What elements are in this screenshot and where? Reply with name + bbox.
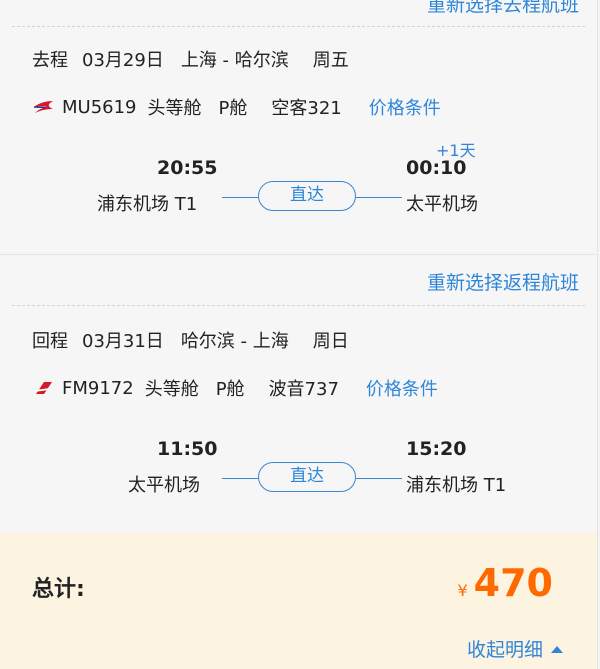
direct-flight-badge: 直达 (258, 462, 356, 492)
leg-label: 回程 (32, 331, 68, 352)
arrive-airport: 浦东机场 T1 (406, 475, 507, 496)
route-connector (222, 478, 258, 479)
aircraft-type: 波音737 (268, 379, 339, 400)
collapse-details-link[interactable]: 收起明细 (467, 635, 563, 662)
flight-number: FM9172 (62, 377, 134, 399)
cabin-type: 头等舱 (147, 98, 202, 119)
price-terms-link[interactable]: 价格条件 (366, 375, 438, 401)
flight-date: 03月29日 (82, 50, 164, 71)
divider (12, 26, 585, 27)
caret-up-icon (551, 646, 563, 653)
currency-symbol: ¥ (457, 581, 468, 600)
shanghai-airlines-logo-icon (34, 382, 52, 394)
total-amount: 470 (473, 561, 553, 605)
price-terms-link[interactable]: 价格条件 (369, 94, 441, 120)
reselect-return-link[interactable]: 重新选择返程航班 (427, 268, 579, 295)
cabin-type: 头等舱 (144, 379, 199, 400)
arrive-time: 15:20 (406, 438, 467, 460)
return-route-summary: 回程 03月31日 哈尔滨 - 上海 周日 (32, 327, 349, 353)
arrive-time: 00:10 (406, 157, 467, 179)
flight-weekday: 周五 (312, 50, 349, 71)
outbound-flight-info: MU5619 头等舱 P舱 空客321 价格条件 (32, 94, 441, 120)
route-connector (222, 197, 258, 198)
collapse-details-label: 收起明细 (466, 639, 543, 661)
depart-airport: 太平机场 (128, 475, 200, 496)
return-flight-info: FM9172 头等舱 P舱 波音737 价格条件 (32, 375, 438, 401)
arrive-airport: 太平机场 (406, 194, 478, 215)
divider (12, 305, 585, 306)
flight-date: 03月31日 (82, 331, 164, 352)
route-connector (356, 478, 402, 479)
return-panel: 重新选择返程航班 回程 03月31日 哈尔滨 - 上海 周日 FM9172 头等舱 P… (0, 254, 598, 533)
flight-weekday: 周日 (312, 331, 349, 352)
cabin-class: P舱 (215, 379, 245, 400)
route-connector (356, 197, 402, 198)
total-price: ¥470 (457, 561, 553, 605)
outbound-panel: 重新选择去程航班 去程 03月29日 上海 - 哈尔滨 周五 MU5619 头等舱 P… (0, 0, 598, 252)
aircraft-type: 空客321 (271, 98, 342, 119)
outbound-route-summary: 去程 03月29日 上海 - 哈尔滨 周五 (32, 46, 349, 72)
direct-flight-badge: 直达 (258, 181, 356, 211)
reselect-outbound-link[interactable]: 重新选择去程航班 (427, 0, 579, 17)
flight-route: 上海 - 哈尔滨 (180, 50, 289, 71)
depart-airport: 浦东机场 T1 (97, 194, 198, 215)
depart-time: 20:55 (157, 157, 218, 179)
cabin-class: P舱 (218, 98, 248, 119)
depart-time: 11:50 (157, 438, 218, 460)
total-label: 总计: (32, 577, 85, 602)
china-eastern-logo-icon (33, 101, 53, 113)
leg-label: 去程 (32, 50, 68, 71)
price-summary: 总计: ¥470 收起明细 (0, 533, 598, 669)
flight-route: 哈尔滨 - 上海 (180, 331, 289, 352)
flight-number: MU5619 (62, 96, 137, 118)
